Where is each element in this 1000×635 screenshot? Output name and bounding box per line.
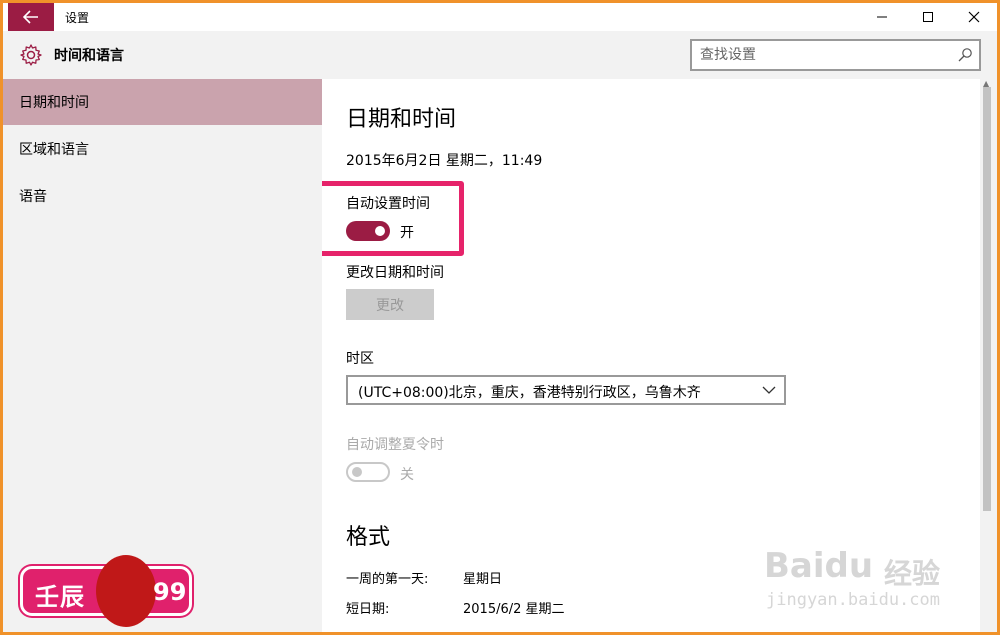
- change-button[interactable]: 更改: [346, 289, 434, 320]
- sidebar-item-label: 语音: [19, 189, 47, 205]
- first-day-value: 星期日: [463, 572, 503, 587]
- watermark-url: jingyan.baidu.com: [766, 590, 940, 610]
- sidebar-item-label: 日期和时间: [19, 95, 89, 111]
- minimize-icon: [877, 16, 887, 18]
- sidebar-item-date-time[interactable]: 日期和时间: [3, 79, 322, 125]
- dst-state: 关: [400, 467, 414, 483]
- maximize-button[interactable]: [905, 3, 951, 31]
- watermark-cn: 经验: [884, 557, 941, 590]
- current-datetime: 2015年6月2日 星期二，11:49: [346, 153, 543, 169]
- arrow-left-icon: [23, 10, 38, 24]
- timezone-value: (UTC+08:00)北京，重庆，香港特别行政区，乌鲁木齐: [358, 385, 701, 401]
- search-icon[interactable]: [957, 47, 973, 63]
- baidu-watermark: Baidu 经验 jingyan.baidu.com: [764, 536, 964, 616]
- auto-time-label: 自动设置时间: [346, 196, 430, 212]
- chevron-down-icon: [762, 386, 776, 394]
- window-controls: [859, 3, 997, 31]
- gear-icon: [20, 44, 42, 66]
- scroll-thumb[interactable]: [983, 87, 991, 511]
- section-title: 日期和时间: [346, 107, 457, 132]
- timezone-dropdown[interactable]: (UTC+08:00)北京，重庆，香港特别行政区，乌鲁木齐: [346, 375, 786, 405]
- toggle-knob: [352, 467, 362, 477]
- toggle-knob: [375, 226, 385, 236]
- sidebar-item-label: 区域和语言: [19, 142, 89, 158]
- back-button[interactable]: [8, 3, 54, 31]
- sidebar: 日期和时间 区域和语言 语音: [3, 79, 322, 632]
- close-button[interactable]: [951, 3, 997, 31]
- sidebar-item-region-language[interactable]: 区域和语言: [3, 126, 322, 172]
- badge-text: 壬辰: [35, 583, 85, 611]
- auto-time-toggle[interactable]: [346, 221, 390, 241]
- dragon-logo-icon: [96, 555, 156, 627]
- badge-number: 99: [153, 578, 187, 606]
- dst-toggle[interactable]: [346, 462, 390, 482]
- search-box[interactable]: [690, 39, 981, 71]
- short-date-value: 2015/6/2 星期二: [463, 602, 565, 617]
- settings-header: 时间和语言: [3, 31, 997, 79]
- maximize-icon: [923, 12, 933, 22]
- minimize-button[interactable]: [859, 3, 905, 31]
- sidebar-item-speech[interactable]: 语音: [3, 173, 322, 219]
- title-bar: 设置: [3, 3, 997, 31]
- auto-time-state: 开: [400, 225, 414, 241]
- scrollbar[interactable]: ▲: [980, 79, 997, 632]
- first-day-label: 一周的第一天:: [346, 572, 429, 587]
- search-input[interactable]: [700, 46, 940, 64]
- window-title: 设置: [65, 11, 90, 25]
- dst-label: 自动调整夏令时: [346, 437, 444, 453]
- page-title: 时间和语言: [54, 48, 124, 64]
- timezone-label: 时区: [346, 351, 374, 367]
- short-date-label: 短日期:: [346, 602, 390, 617]
- author-badge: 壬辰 99: [20, 555, 192, 627]
- format-title: 格式: [346, 525, 391, 550]
- close-icon: [968, 11, 980, 23]
- change-datetime-label: 更改日期和时间: [346, 265, 444, 281]
- watermark-brand: Baidu: [764, 546, 874, 586]
